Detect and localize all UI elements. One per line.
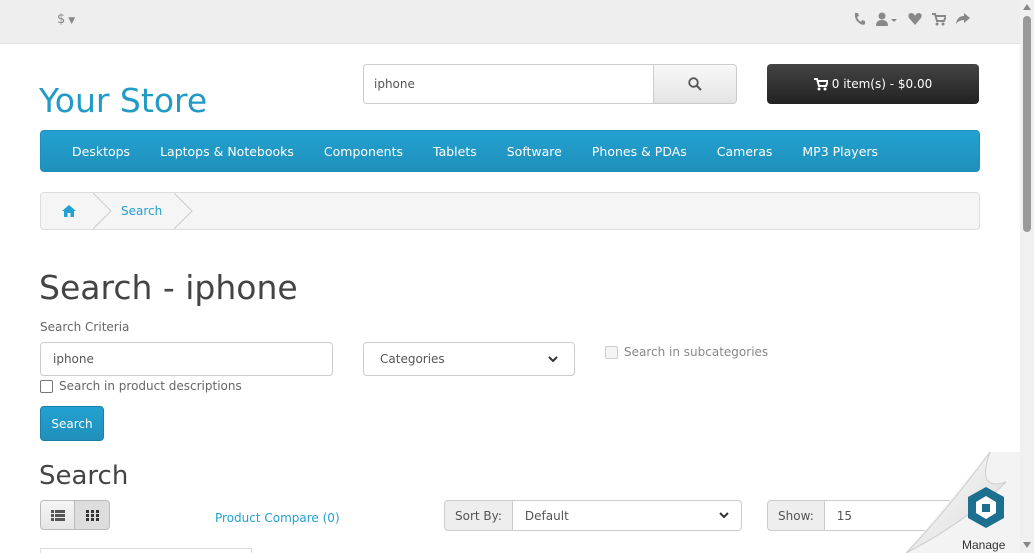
breadcrumb-separator bbox=[174, 193, 198, 229]
top-bar: $ ▼ bbox=[0, 0, 1020, 44]
search-icon bbox=[688, 77, 702, 91]
top-links bbox=[852, 11, 970, 27]
subcategories-checkbox[interactable] bbox=[605, 345, 618, 359]
page-title: Search - iphone bbox=[39, 268, 298, 307]
menu-item-phones[interactable]: Phones & PDAs bbox=[577, 144, 702, 159]
menu-item-tablets[interactable]: Tablets bbox=[418, 144, 492, 159]
manage-label[interactable]: Manage bbox=[962, 538, 1005, 552]
list-view-button[interactable] bbox=[40, 500, 75, 530]
description-option: Search in product descriptions bbox=[40, 379, 242, 393]
currency-dropdown[interactable]: $ ▼ bbox=[57, 12, 75, 27]
keyword-input[interactable] bbox=[40, 342, 333, 376]
currency-symbol: $ bbox=[57, 12, 66, 27]
user-icon[interactable] bbox=[876, 11, 898, 27]
subcategories-label: Search in subcategories bbox=[624, 345, 769, 359]
menu-item-software[interactable]: Software bbox=[492, 144, 577, 159]
scroll-up-icon[interactable] bbox=[1023, 4, 1031, 10]
scroll-down-icon[interactable] bbox=[1023, 542, 1031, 548]
scroll-thumb[interactable] bbox=[1023, 16, 1031, 232]
header-search-input[interactable] bbox=[363, 64, 653, 104]
grid-view-button[interactable] bbox=[75, 500, 110, 530]
store-logo[interactable]: Your Store bbox=[39, 81, 207, 120]
view-toggle bbox=[40, 500, 110, 530]
header-search bbox=[363, 64, 737, 104]
share-icon[interactable] bbox=[956, 11, 970, 27]
cart-icon bbox=[813, 77, 828, 90]
sort-select[interactable]: Default bbox=[512, 500, 742, 531]
main-menu: Desktops Laptops & Notebooks Components … bbox=[40, 130, 980, 172]
scrollbar[interactable] bbox=[1020, 0, 1034, 553]
description-label: Search in product descriptions bbox=[59, 379, 242, 393]
chevron-down-icon bbox=[548, 355, 558, 362]
menu-item-laptops[interactable]: Laptops & Notebooks bbox=[145, 144, 309, 159]
menu-item-cameras[interactable]: Cameras bbox=[702, 144, 788, 159]
menu-item-mp3[interactable]: MP3 Players bbox=[787, 144, 893, 159]
cart-total: 0 item(s) - $0.00 bbox=[831, 77, 933, 91]
header-search-button[interactable] bbox=[653, 64, 737, 104]
cart-button[interactable]: 0 item(s) - $0.00 bbox=[767, 64, 979, 104]
search-button[interactable]: Search bbox=[40, 406, 104, 441]
category-select[interactable]: Categories bbox=[363, 342, 575, 376]
menu-item-desktops[interactable]: Desktops bbox=[57, 144, 145, 159]
subcategories-option: Search in subcategories bbox=[605, 345, 768, 359]
breadcrumb-separator bbox=[93, 193, 117, 229]
breadcrumb-home[interactable] bbox=[41, 193, 97, 229]
sort-selected: Default bbox=[524, 508, 569, 523]
menu-item-components[interactable]: Components bbox=[309, 144, 418, 159]
caret-down-icon: ▼ bbox=[68, 16, 76, 26]
cart-icon[interactable] bbox=[932, 11, 948, 27]
sort-group: Sort By: Default bbox=[444, 500, 742, 531]
show-label: Show: bbox=[767, 500, 825, 531]
results-heading: Search bbox=[39, 461, 129, 491]
show-selected: 15 bbox=[836, 508, 853, 523]
list-icon bbox=[50, 509, 65, 521]
search-criteria-label: Search Criteria bbox=[40, 320, 130, 334]
breadcrumb: Search bbox=[40, 192, 980, 230]
chevron-down-icon bbox=[719, 512, 729, 519]
description-checkbox[interactable] bbox=[40, 379, 53, 393]
category-selected: Categories bbox=[380, 352, 445, 366]
breadcrumb-search[interactable]: Search bbox=[117, 204, 178, 218]
phone-icon[interactable] bbox=[852, 11, 866, 27]
heart-icon[interactable] bbox=[908, 11, 922, 27]
product-compare-link[interactable]: Product Compare (0) bbox=[215, 511, 340, 525]
grid-icon bbox=[85, 509, 99, 521]
product-card bbox=[40, 548, 252, 553]
home-icon bbox=[62, 205, 76, 217]
sort-label: Sort By: bbox=[444, 500, 513, 531]
